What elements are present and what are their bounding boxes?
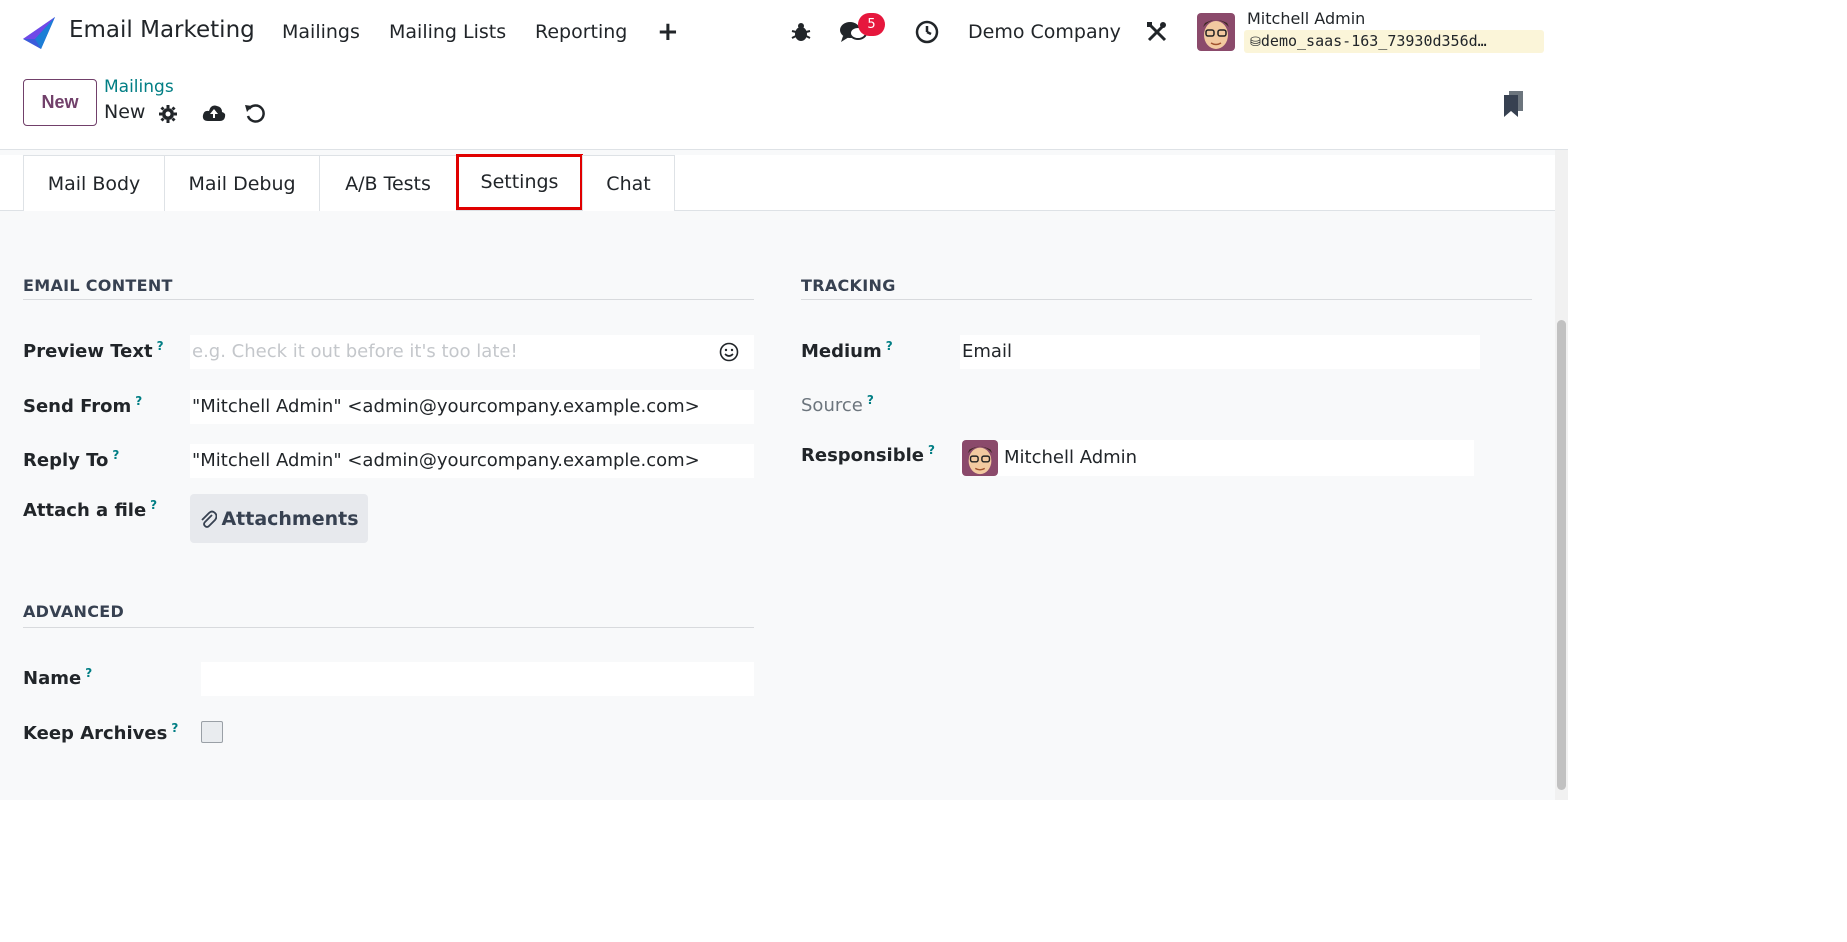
app-name[interactable]: Email Marketing: [69, 17, 255, 43]
breadcrumb-current: New: [104, 101, 146, 123]
preview-text-label: Preview Text?: [23, 339, 164, 362]
attach-file-label-text: Attach a file: [23, 500, 147, 521]
tracking-title: TRACKING: [801, 276, 896, 295]
medium-label-text: Medium: [801, 341, 882, 362]
add-menu-button[interactable]: +: [657, 17, 679, 47]
help-tooltip-icon[interactable]: ?: [867, 393, 874, 407]
email-marketing-logo-icon[interactable]: [21, 15, 57, 51]
medium-select[interactable]: Email: [960, 335, 1480, 369]
source-label: Source?: [801, 393, 874, 416]
save-cloud-icon[interactable]: [202, 101, 226, 125]
help-tooltip-icon[interactable]: ?: [157, 339, 164, 353]
paperclip-icon: [201, 510, 218, 528]
help-tooltip-icon[interactable]: ?: [928, 443, 935, 457]
emoji-smiley-icon[interactable]: [717, 340, 741, 364]
source-label-text: Source: [801, 395, 863, 416]
responsible-select[interactable]: Mitchell Admin: [960, 440, 1474, 476]
name-input[interactable]: [201, 662, 754, 696]
keep-archives-checkbox[interactable]: [201, 721, 223, 743]
database-label: demo_saas-163_73930d356d…: [1260, 32, 1487, 50]
preview-text-input[interactable]: e.g. Check it out before it's too late!: [190, 335, 754, 369]
menu-mailing-lists[interactable]: Mailing Lists: [389, 21, 506, 43]
preview-text-label-text: Preview Text: [23, 341, 153, 362]
responsible-name: Mitchell Admin: [1004, 447, 1138, 468]
tab-chat[interactable]: Chat: [582, 155, 675, 211]
medium-label: Medium?: [801, 339, 893, 362]
notebook-tabs: Mail Body Mail Debug A/B Tests Settings …: [0, 154, 1555, 211]
new-button[interactable]: New: [23, 79, 97, 126]
responsible-avatar: [962, 440, 998, 476]
reply-to-label: Reply To?: [23, 448, 119, 471]
attachments-button-label: Attachments: [221, 507, 359, 530]
discard-undo-icon[interactable]: [243, 101, 267, 125]
name-label-text: Name: [23, 668, 82, 689]
preview-text-placeholder: e.g. Check it out before it's too late!: [192, 341, 518, 362]
attachments-button[interactable]: Attachments: [190, 494, 368, 543]
tab-mail-body[interactable]: Mail Body: [23, 155, 165, 211]
name-label: Name?: [23, 666, 92, 689]
help-tooltip-icon[interactable]: ?: [135, 394, 142, 408]
tab-mail-debug[interactable]: Mail Debug: [164, 155, 320, 211]
menu-mailings[interactable]: Mailings: [282, 21, 360, 43]
advanced-title: ADVANCED: [23, 602, 125, 621]
send-from-label-text: Send From: [23, 396, 132, 417]
help-tooltip-icon[interactable]: ?: [85, 666, 92, 680]
advanced-divider: [23, 627, 754, 628]
responsible-label: Responsible?: [801, 443, 935, 466]
keep-archives-label: Keep Archives?: [23, 721, 178, 744]
bookmark-knowledge-icon[interactable]: [1502, 91, 1526, 117]
scrollbar-thumb[interactable]: [1557, 320, 1566, 790]
email-content-title: EMAIL CONTENT: [23, 276, 173, 295]
email-content-divider: [23, 299, 754, 300]
attach-file-label: Attach a file?: [23, 498, 157, 521]
activity-clock-icon[interactable]: [913, 18, 941, 46]
debug-bug-icon[interactable]: [787, 18, 815, 46]
messages-count-badge: 5: [858, 13, 885, 36]
tab-settings[interactable]: Settings: [456, 154, 583, 210]
top-navbar: Email Marketing Mailings Mailing Lists R…: [0, 0, 1568, 66]
gear-icon[interactable]: [156, 102, 180, 126]
company-switcher[interactable]: Demo Company: [968, 21, 1121, 43]
responsible-label-text: Responsible: [801, 445, 924, 466]
help-tooltip-icon[interactable]: ?: [886, 339, 893, 353]
user-avatar[interactable]: [1197, 13, 1235, 51]
keep-archives-label-text: Keep Archives: [23, 723, 168, 744]
user-name[interactable]: Mitchell Admin: [1247, 9, 1365, 28]
settings-tools-icon[interactable]: [1143, 18, 1171, 46]
reply-to-input[interactable]: "Mitchell Admin" <admin@yourcompany.exam…: [190, 444, 754, 478]
menu-reporting[interactable]: Reporting: [535, 21, 627, 43]
help-tooltip-icon[interactable]: ?: [112, 448, 119, 462]
help-tooltip-icon[interactable]: ?: [171, 721, 178, 735]
send-from-label: Send From?: [23, 394, 142, 417]
tab-ab-tests[interactable]: A/B Tests: [319, 155, 457, 211]
send-from-input[interactable]: "Mitchell Admin" <admin@yourcompany.exam…: [190, 390, 754, 424]
database-icon: ⛁: [1250, 35, 1261, 50]
help-tooltip-icon[interactable]: ?: [150, 498, 157, 512]
form-sheet: Mail Body Mail Debug A/B Tests Settings …: [0, 150, 1555, 800]
tracking-divider: [801, 299, 1532, 300]
database-name: ⛁demo_saas-163_73930d356d…: [1244, 30, 1544, 53]
reply-to-label-text: Reply To: [23, 450, 109, 471]
breadcrumb-mailings[interactable]: Mailings: [104, 77, 174, 97]
